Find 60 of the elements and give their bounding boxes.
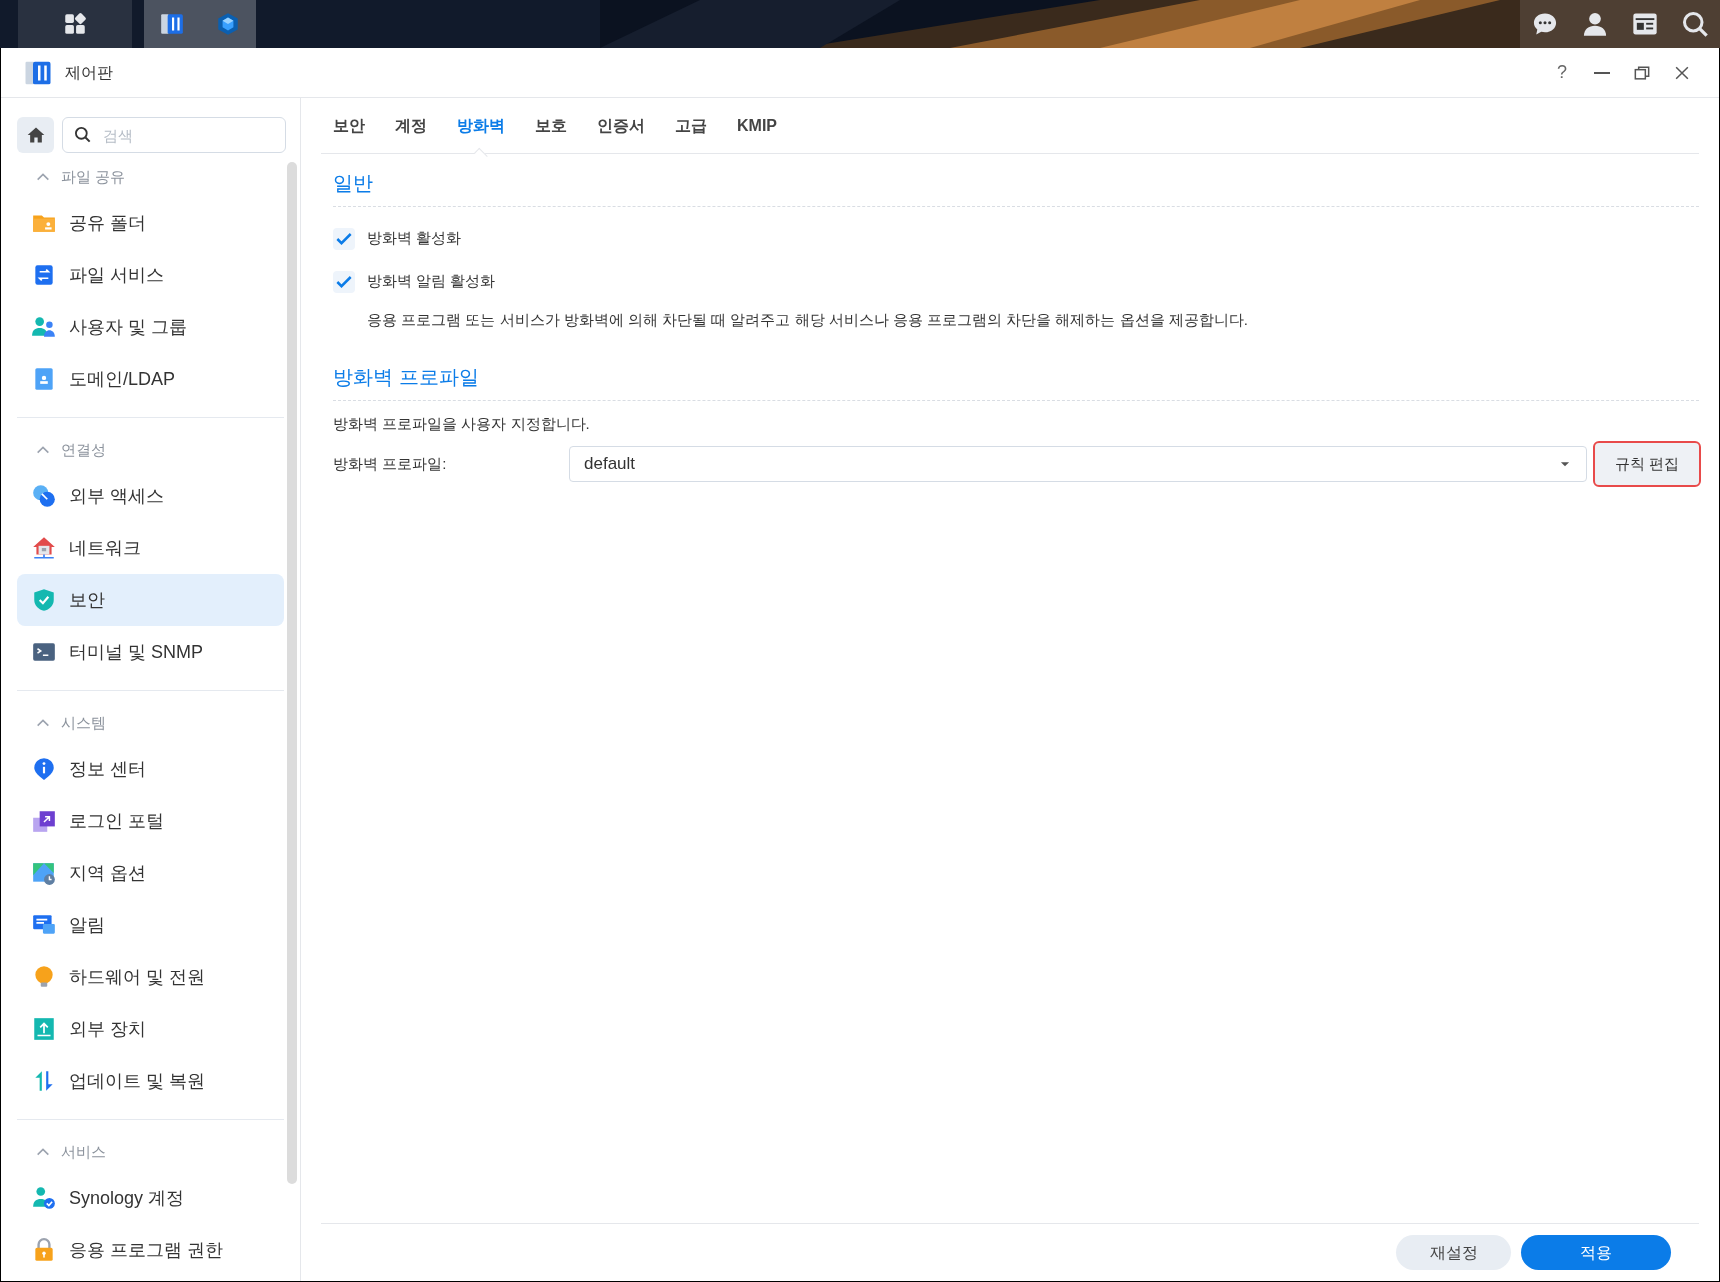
dropdown-value: default (584, 453, 636, 476)
tab[interactable]: 인증서 (597, 114, 645, 153)
scrollbar[interactable] (287, 162, 297, 1184)
tab[interactable]: 보호 (535, 114, 567, 153)
window-title: 제어판 (65, 62, 113, 83)
info-icon (31, 756, 57, 782)
sidebar-item[interactable]: 하드웨어 및 전원 (17, 951, 284, 1003)
home-icon (25, 125, 46, 145)
map-clock-icon (31, 860, 57, 886)
profile-dropdown[interactable]: default (569, 446, 1587, 482)
tab[interactable]: KMIP (737, 114, 777, 153)
user-icon (1581, 10, 1609, 38)
sidebar-item[interactable]: 응용 프로그램 권한 (17, 1224, 284, 1276)
sidebar-item[interactable]: 네트워크 (17, 522, 284, 574)
sidebar-item[interactable]: 도메인/LDAP (17, 353, 284, 405)
edit-rules-button[interactable]: 규칙 편집 (1594, 443, 1699, 485)
tab[interactable]: 계정 (395, 114, 427, 153)
search-icon (73, 125, 93, 145)
checkbox[interactable] (333, 227, 355, 250)
account-icon (31, 1185, 57, 1211)
sidebar-item[interactable]: 정보 센터 (17, 743, 284, 795)
sidebar-item[interactable]: 보안 (17, 574, 284, 626)
sidebar-item[interactable]: 외부 액세스 (17, 470, 284, 522)
reset-button[interactable]: 재설정 (1396, 1235, 1511, 1270)
tab[interactable]: 보안 (333, 114, 365, 153)
description-text: 방화벽 프로파일을 사용자 지정합니다. (333, 413, 591, 434)
control-panel-icon (159, 11, 185, 37)
section-title: 방화벽 프로파일 (333, 361, 1699, 401)
home-button[interactable] (17, 117, 54, 153)
sidebar-item[interactable]: 업데이트 및 복원 (17, 1055, 284, 1107)
users-icon (31, 314, 57, 340)
checkbox-label: 방화벽 알림 활성화 (367, 271, 496, 292)
app-grid-icon (62, 11, 88, 37)
search-field[interactable]: 검색 (62, 117, 286, 153)
field-label: 방화벽 프로파일: (333, 453, 448, 474)
apply-button[interactable]: 적용 (1521, 1235, 1671, 1270)
search-icon (1681, 10, 1709, 38)
cube-icon (215, 11, 241, 37)
tab[interactable]: 고급 (675, 114, 707, 153)
sidebar-item[interactable]: 알림 (17, 899, 284, 951)
sidebar-item[interactable]: 공유 폴더 (17, 197, 284, 249)
sidebar-item[interactable]: 사용자 및 그룹 (17, 301, 284, 353)
portal-icon (31, 808, 57, 834)
upload-icon (31, 1016, 57, 1042)
sidebar-item[interactable]: 터미널 및 SNMP (17, 626, 284, 678)
sidebar-item[interactable]: 파일 서비스 (17, 249, 284, 301)
sidebar-item[interactable]: Synology 계정 (17, 1172, 284, 1224)
house-icon (31, 535, 57, 561)
help-text: 응용 프로그램 또는 서비스가 방화벽에 의해 차단될 때 알려주고 해당 서비스나 응용 프로그램의 차단을 해제하는 옵션을 제공합니다. (366, 310, 1249, 330)
minimize-icon (1594, 71, 1610, 74)
sidebar-item[interactable]: 외부 장치 (17, 1003, 284, 1055)
checkbox-label: 방화벽 활성화 (367, 228, 462, 249)
sidebar-item[interactable]: 지역 옵션 (17, 847, 284, 899)
shield-icon (31, 587, 57, 613)
taskbar-button[interactable] (18, 0, 132, 48)
section-title: 일반 (333, 168, 1699, 207)
taskbar-button[interactable] (144, 0, 200, 48)
sidebar-item[interactable]: 로그인 포털 (17, 795, 284, 847)
help-button[interactable]: ? (1547, 57, 1577, 88)
checkbox[interactable] (333, 270, 355, 293)
